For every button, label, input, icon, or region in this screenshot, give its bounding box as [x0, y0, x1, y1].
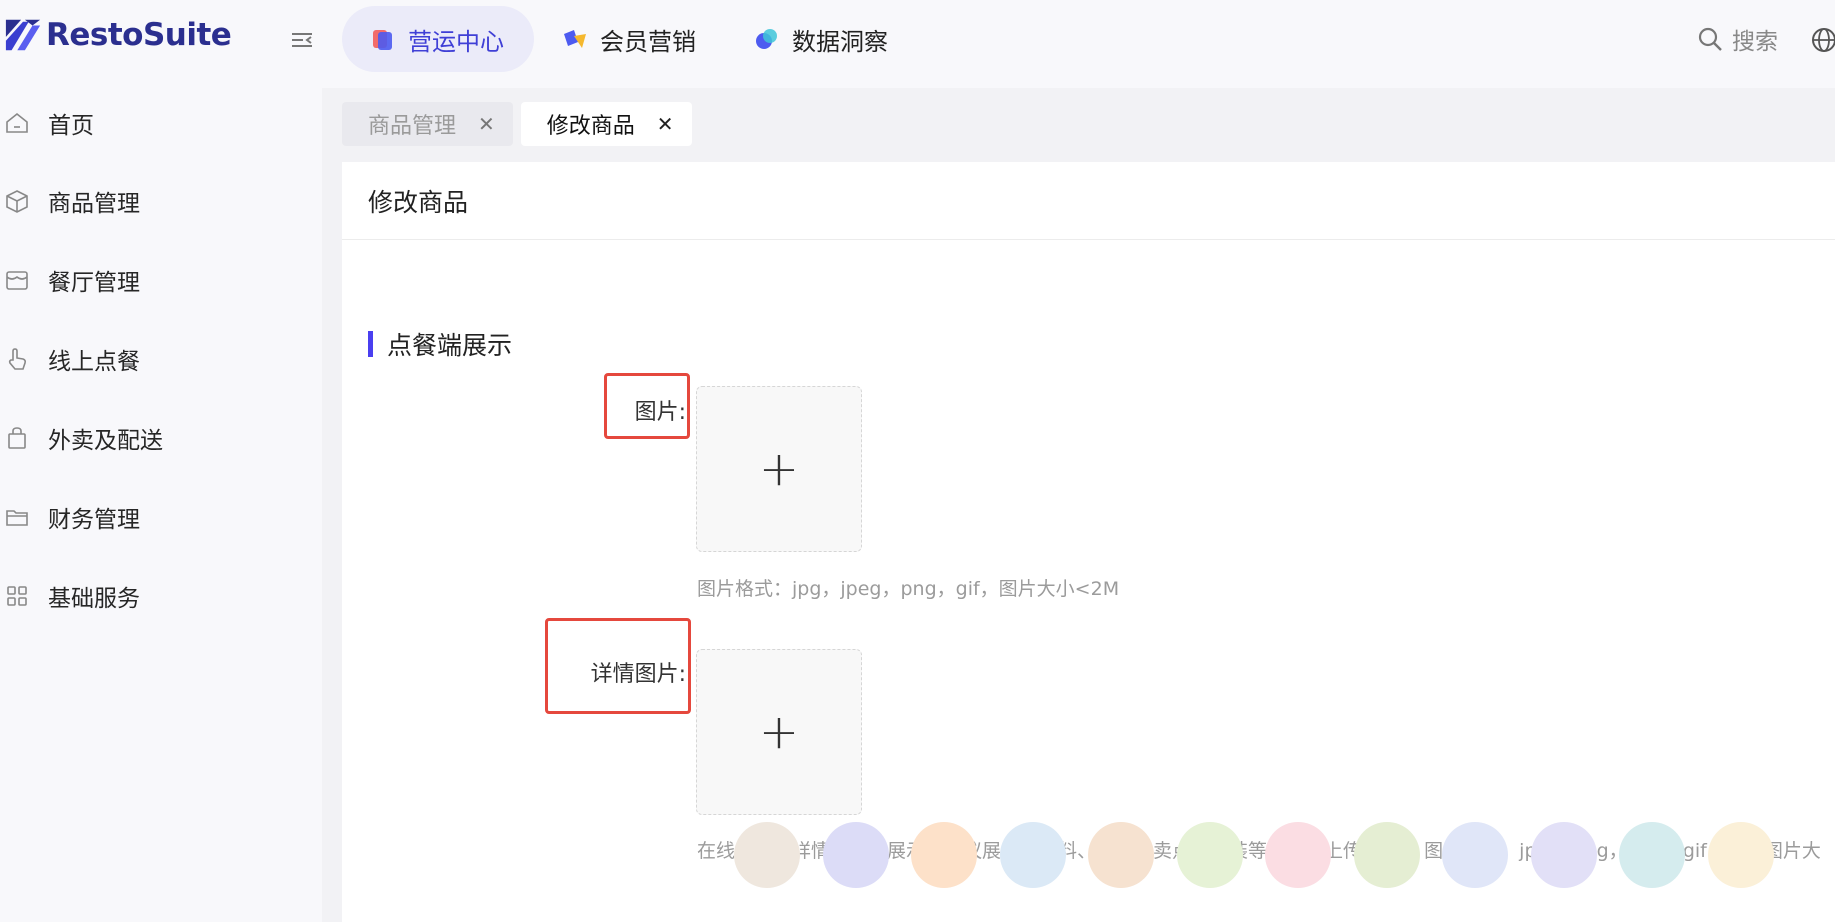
- page-tabs: 商品管理 ✕ 修改商品 ✕: [342, 102, 700, 146]
- topnav-ops-center[interactable]: 营运中心: [342, 6, 534, 72]
- topnav-data-insight[interactable]: 数据洞察: [726, 6, 918, 72]
- image-field-label: 图片:: [634, 400, 686, 425]
- ops-center-icon: [370, 26, 396, 52]
- main-content: 商品管理 ✕ 修改商品 ✕ 修改商品 点餐端展示 图片: + 图片格式：jpg，…: [322, 88, 1835, 922]
- detail-image-upload-button[interactable]: +: [696, 649, 862, 815]
- edit-product-panel: 修改商品 点餐端展示 图片: + 图片格式：jpg，jpeg，png，gif，图…: [342, 162, 1835, 922]
- color-swatch[interactable]: [1088, 822, 1154, 888]
- image-field-hint: 图片格式：jpg，jpeg，png，gif，图片大小<2M: [697, 578, 1120, 600]
- sidebar-item-label: 财务管理: [48, 507, 140, 533]
- detail-image-field-label: 详情图片:: [590, 662, 686, 687]
- sidebar-item-label: 外卖及配送: [48, 428, 163, 454]
- menu-fold-icon: [292, 33, 312, 47]
- color-swatch[interactable]: [1530, 822, 1597, 888]
- app-logo[interactable]: RestoSuite: [4, 16, 232, 54]
- search-label: 搜索: [1732, 29, 1778, 55]
- image-upload-button[interactable]: +: [696, 386, 862, 552]
- sidebar-item-restaurants[interactable]: 餐厅管理: [0, 255, 322, 305]
- page-title: 修改商品: [342, 162, 1835, 240]
- sidebar-item-label: 线上点餐: [48, 349, 140, 375]
- sidebar-item-online-order[interactable]: 线上点餐: [0, 334, 322, 384]
- sidebar-item-label: 首页: [48, 113, 94, 139]
- sidebar-item-basic-services[interactable]: 基础服务: [0, 571, 322, 621]
- sidebar-item-finance[interactable]: 财务管理: [0, 492, 322, 542]
- sidebar-item-delivery[interactable]: 外卖及配送: [0, 413, 322, 463]
- topnav-label: 会员营销: [600, 27, 696, 56]
- topnav-label: 营运中心: [408, 27, 504, 56]
- tab-label: 商品管理: [368, 114, 457, 139]
- topnav-member-marketing[interactable]: 会员营销: [534, 6, 726, 72]
- section-title: 点餐端展示: [368, 326, 512, 362]
- color-swatch[interactable]: [1707, 822, 1774, 888]
- data-insight-icon: [754, 26, 780, 52]
- bag-icon: [8, 427, 26, 449]
- tab-label: 修改商品: [546, 114, 635, 139]
- section-title-text: 点餐端展示: [387, 331, 513, 360]
- hand-tap-icon: [8, 348, 27, 370]
- sidebar-item-label: 餐厅管理: [48, 270, 140, 296]
- color-swatch[interactable]: [734, 822, 800, 888]
- plus-icon: +: [758, 441, 800, 497]
- sidebar: 首页 商品管理 餐厅管理 线上点餐 外卖及配送 财务管理 基础服务: [0, 78, 322, 922]
- color-swatch[interactable]: [822, 822, 889, 888]
- plus-icon: +: [758, 704, 800, 760]
- member-marketing-icon: [562, 26, 588, 52]
- search-icon: [1698, 27, 1722, 51]
- folder-icon: [6, 510, 28, 526]
- top-nav: 营运中心 会员营销 数据洞察: [342, 6, 918, 72]
- language-button[interactable]: [1810, 26, 1835, 54]
- sidebar-item-label: 商品管理: [48, 191, 140, 217]
- search-button[interactable]: 搜索: [1696, 22, 1778, 56]
- color-swatch[interactable]: [1353, 822, 1420, 888]
- globe-icon: [1812, 28, 1835, 52]
- sidebar-item-label: 基础服务: [48, 586, 140, 612]
- home-icon: [6, 112, 28, 133]
- color-swatch[interactable]: [1265, 822, 1331, 888]
- top-bar: RestoSuite 营运中心 会员营销 数据洞察 搜索: [0, 0, 1835, 78]
- restosuite-logo-icon: [5, 19, 41, 51]
- tab-product-management[interactable]: 商品管理 ✕: [342, 102, 513, 146]
- tab-edit-product[interactable]: 修改商品 ✕: [520, 102, 692, 146]
- color-swatch[interactable]: [1176, 822, 1243, 888]
- sidebar-item-products[interactable]: 商品管理: [0, 176, 322, 226]
- grid-icon: [7, 586, 27, 606]
- sidebar-item-home[interactable]: 首页: [0, 98, 322, 148]
- close-icon[interactable]: ✕: [478, 112, 495, 136]
- close-icon[interactable]: ✕: [657, 112, 674, 136]
- color-swatch[interactable]: [1619, 822, 1685, 888]
- app-name: RestoSuite: [46, 17, 232, 53]
- topnav-label: 数据洞察: [792, 27, 888, 56]
- box-icon: [6, 190, 28, 213]
- color-swatch[interactable]: [1442, 822, 1508, 888]
- section-accent-bar: [368, 331, 373, 357]
- color-swatch[interactable]: [911, 822, 977, 888]
- store-icon: [6, 271, 28, 290]
- color-swatch[interactable]: [999, 822, 1066, 888]
- menu-collapse-button[interactable]: [288, 26, 316, 54]
